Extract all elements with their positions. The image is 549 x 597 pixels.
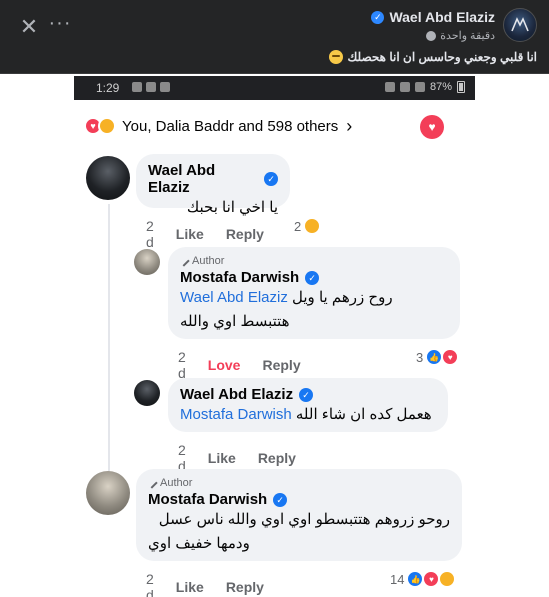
caption-text: انا قلبي وجعني وحاسس ان انا هحصلك [347, 50, 537, 64]
like-button[interactable]: Like [176, 579, 204, 595]
mention-link[interactable]: Wael Abd Elaziz [180, 289, 288, 306]
reply-button[interactable]: Reply [262, 357, 300, 373]
poster-avatar[interactable] [503, 8, 537, 42]
post-time[interactable]: دقيقة واحدة [440, 29, 495, 42]
post-image: 1:29 87% ♥ You, Dalia Baddr and 598 othe… [74, 74, 475, 597]
avatar[interactable] [86, 156, 130, 200]
messenger-icon [146, 82, 156, 92]
love-button[interactable]: Love [208, 357, 241, 373]
reply-button[interactable]: Reply [226, 226, 264, 242]
avatar[interactable] [86, 471, 130, 515]
sad-reaction-icon [304, 218, 321, 234]
comment-reactions[interactable]: 14 👍 ♥ [390, 571, 456, 587]
sad-reaction-icon [98, 117, 116, 135]
verified-badge-icon: ✓ [264, 172, 278, 186]
reaction-count: 3 [416, 349, 424, 365]
love-reaction-icon: ♥ [423, 571, 440, 587]
post-caption: انا قلبي وجعني وحاسس ان انا هحصلك [329, 50, 537, 64]
verified-badge-icon: ✓ [273, 492, 288, 507]
avatar-logo-icon [511, 17, 529, 32]
comment-text-line: هعمل كده ان شاء الله [295, 406, 432, 423]
notification-icon [160, 82, 170, 92]
like-button[interactable]: Like [176, 226, 204, 242]
sad-reaction-icon [439, 571, 456, 587]
phone-status-bar: 1:29 87% [74, 76, 475, 100]
author-badge: Author [160, 477, 193, 489]
like-reaction-icon: 👍 [426, 349, 443, 365]
battery-percent: 87% [429, 81, 452, 93]
comment-bubble: Author Mostafa Darwish ✓ روحو زروهم هتتب… [136, 469, 462, 561]
photo-viewer: ✕ ··· ✓ Wael Abd Elaziz دقيقة واحدة انا … [0, 0, 549, 597]
author-badge: Author [192, 255, 225, 267]
comment-text-line: روح زرهم يا ويل [292, 289, 393, 306]
comment-bubble: Wael Abd Elaziz ✓ يا اخي انا بحبك [136, 154, 290, 216]
commenter-name[interactable]: Wael Abd Elaziz [180, 386, 293, 403]
gallery-icon [132, 82, 142, 92]
wifi-icon [399, 82, 410, 92]
love-reaction-icon: ♥ [442, 349, 459, 365]
comment-bubble: Wael Abd Elaziz ✓ هعمل كده ان شاء الله M… [168, 378, 448, 432]
battery-icon [457, 81, 465, 93]
crying-face-icon [329, 50, 344, 64]
comment-text-line: روحو زروهم هتتبسطو اوي اوي والله ناس عسل [158, 511, 450, 528]
comment-reactions[interactable]: 2 [294, 218, 321, 234]
comment-time[interactable]: 2 d [146, 571, 154, 597]
comment-reactions[interactable]: 3 👍 ♥ [416, 349, 459, 365]
poster-name[interactable]: Wael Abd Elaziz [389, 9, 495, 25]
reactions-text[interactable]: You, Dalia Baddr and 598 others [122, 118, 338, 135]
comment-text-line: ودمها خفيف اوي [148, 535, 250, 552]
comment-actions: 2 d Love Reply [178, 349, 323, 381]
reactions-summary[interactable]: ♥ You, Dalia Baddr and 598 others › ♥ [84, 114, 464, 139]
reaction-count: 2 [294, 218, 302, 234]
comment-time[interactable]: 2 d [178, 349, 186, 381]
commenter-name[interactable]: Mostafa Darwish [180, 269, 299, 286]
avatar[interactable] [134, 249, 160, 275]
reply-button[interactable]: Reply [226, 579, 264, 595]
comment-time[interactable]: 2 d [146, 218, 154, 250]
comment-text: يا اخي انا بحبك [186, 199, 278, 216]
like-reaction-icon: 👍 [407, 571, 424, 587]
reaction-count: 14 [390, 571, 405, 587]
comment-text-line: هتتبسط اوي والله [180, 313, 290, 330]
post-header: ✕ ··· ✓ Wael Abd Elaziz دقيقة واحدة انا … [0, 0, 549, 74]
globe-icon [426, 30, 437, 41]
comment-actions: 2 d Like Reply [146, 571, 286, 597]
status-time: 1:29 [96, 81, 120, 95]
pencil-icon [146, 477, 158, 489]
comment-text: هعمل كده ان شاء الله Mostafa Darwish [180, 403, 436, 427]
verified-badge-icon: ✓ [305, 270, 320, 285]
more-options-icon[interactable]: ··· [48, 12, 72, 42]
comment-bubble: Author Mostafa Darwish ✓ روح زرهم يا ويل… [168, 247, 460, 339]
chevron-right-icon[interactable]: › [346, 116, 352, 137]
verified-badge-icon: ✓ [299, 387, 314, 402]
comment-actions: 2 d Like Reply [146, 218, 286, 250]
commenter-name[interactable]: Mostafa Darwish [148, 491, 267, 508]
mute-icon [384, 82, 395, 92]
reply-button[interactable]: Reply [258, 450, 296, 466]
signal-icon [414, 82, 425, 92]
love-button-icon[interactable]: ♥ [420, 115, 444, 139]
close-icon[interactable]: ✕ [14, 12, 44, 42]
thread-line [108, 204, 110, 474]
mention-link[interactable]: Mostafa Darwish [180, 406, 292, 423]
verified-badge-icon: ✓ [371, 10, 385, 24]
avatar[interactable] [134, 380, 160, 406]
like-button[interactable]: Like [208, 450, 236, 466]
pencil-icon [178, 255, 190, 267]
comment-text: روح زرهم يا ويل Wael Abd Elaziz [180, 286, 448, 310]
commenter-name[interactable]: Wael Abd Elaziz [148, 162, 258, 196]
